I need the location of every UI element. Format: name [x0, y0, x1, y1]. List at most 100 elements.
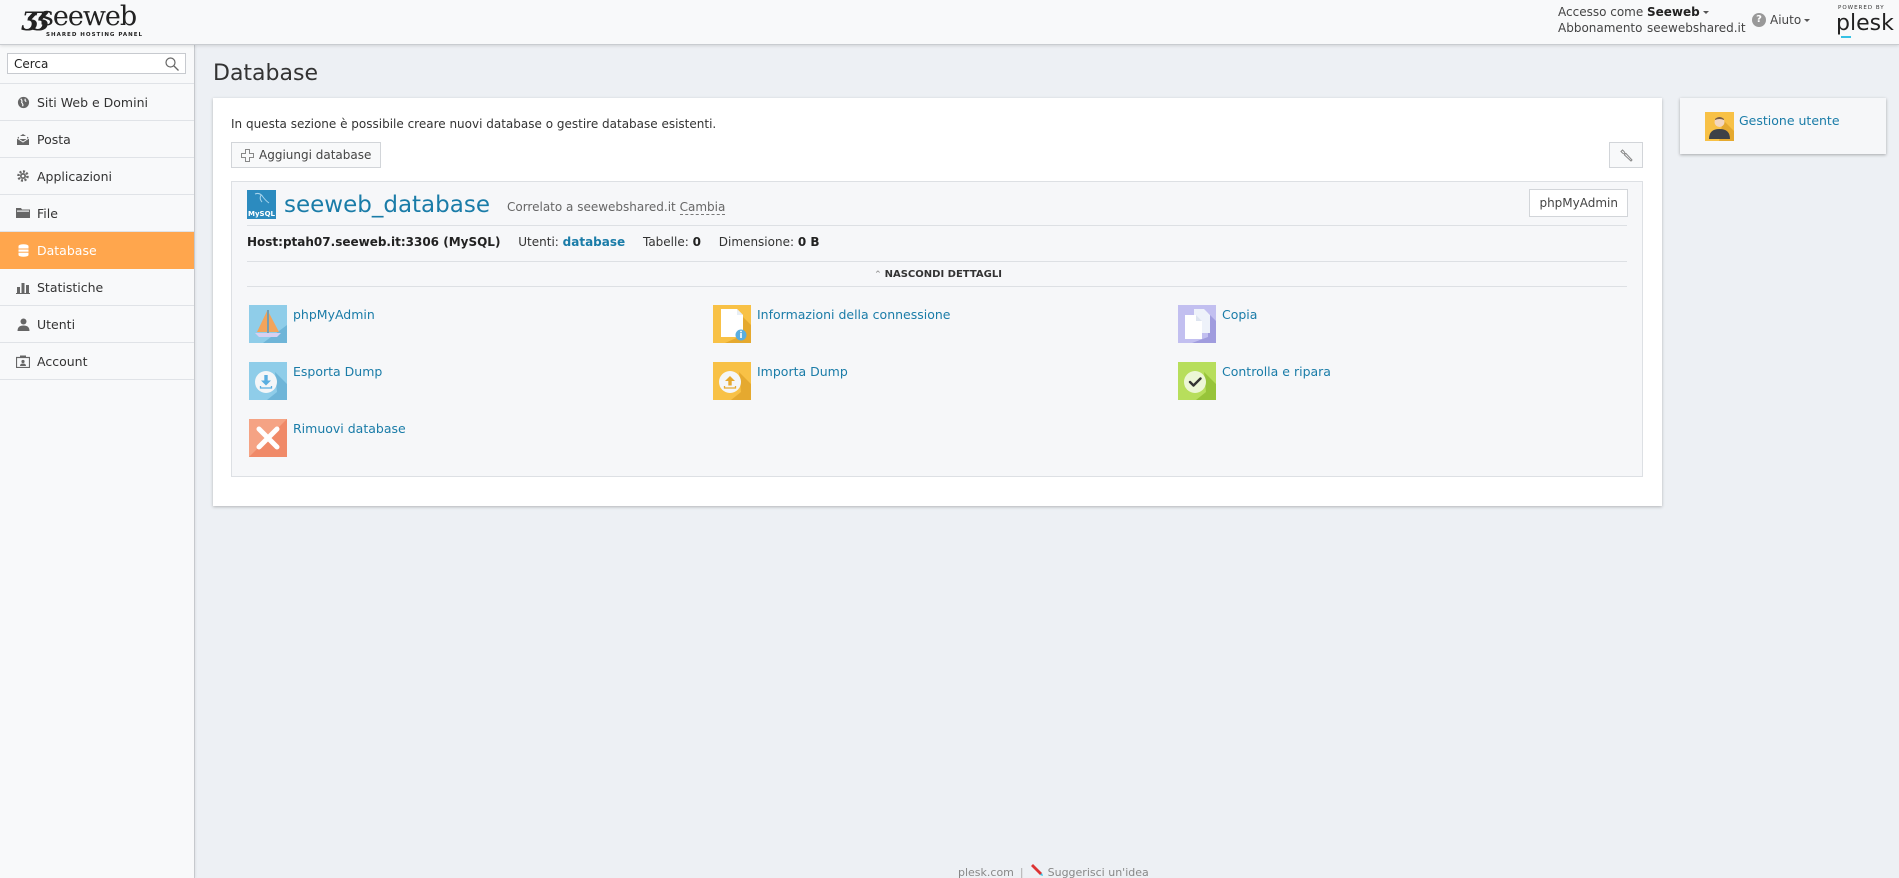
- help-menu[interactable]: ? Aiuto: [1752, 13, 1811, 27]
- help-label: Aiuto: [1770, 13, 1802, 27]
- user-management-label: Gestione utente: [1739, 113, 1840, 128]
- database-name[interactable]: seeweb_database: [284, 192, 490, 218]
- chevron-up-icon: ⌃: [874, 270, 882, 280]
- connection-info-icon: [713, 305, 751, 343]
- database-related: Correlato a seewebshared.it Cambia: [506, 199, 726, 215]
- add-database-label: Aggiungi database: [259, 148, 372, 162]
- sidebar-item-account[interactable]: Account: [0, 343, 194, 380]
- seeweb-logo[interactable]: ʒʒ seeweb SHARED HOSTING PANEL: [20, 1, 160, 42]
- page-title: Database: [213, 61, 318, 86]
- sidebar-item-label: Statistiche: [37, 279, 104, 295]
- sidebar-item-database[interactable]: Database: [0, 232, 194, 269]
- wrench-icon: [1620, 149, 1633, 162]
- change-domain-link[interactable]: Cambia: [679, 199, 726, 215]
- footer: plesk.com | Suggerisci un'idea: [958, 864, 1149, 878]
- user-management-link[interactable]: Gestione utente: [1705, 112, 1840, 141]
- search-icon[interactable]: [164, 56, 180, 72]
- mail-icon: [16, 132, 30, 146]
- sidebar-item-label: Account: [37, 353, 88, 369]
- hide-details-toggle[interactable]: ⌃ NASCONDI DETTAGLI: [232, 269, 1644, 280]
- database-panel: In questa sezione è possibile creare nuo…: [213, 98, 1662, 506]
- plesk-logo[interactable]: POWERED BY plesk: [1834, 5, 1894, 40]
- phpmyadmin-icon: [249, 305, 287, 343]
- tool-connection-info[interactable]: Informazioni della connessione: [713, 305, 950, 343]
- account-info: Accesso come Seeweb Abbonamento seewebshar…: [1558, 4, 1746, 36]
- user-menu[interactable]: Seeweb: [1647, 5, 1709, 19]
- check-repair-icon: [1178, 362, 1216, 400]
- user-management-icon: [1705, 112, 1734, 141]
- users-label: Utenti:: [518, 235, 559, 249]
- plesk-accent: [1841, 36, 1851, 38]
- seeweb-logo-text: seeweb: [40, 1, 137, 32]
- suggest-idea-link[interactable]: Suggerisci un'idea: [1048, 866, 1149, 878]
- chevron-down-icon: [1702, 11, 1709, 14]
- tool-label: Controlla e ripara: [1222, 364, 1331, 379]
- database-header: MySQL seeweb_database Correlato a seeweb…: [247, 190, 726, 219]
- database-icon: [16, 243, 30, 257]
- sidebar-item-label: Database: [37, 242, 97, 258]
- size-label: Dimensione:: [718, 235, 795, 249]
- tool-label: phpMyAdmin: [293, 307, 375, 322]
- tables-label: Tabelle:: [642, 235, 689, 249]
- plesk-wordmark: plesk: [1836, 11, 1894, 36]
- folder-icon: [16, 206, 30, 220]
- related-domain-text: Correlato a seewebshared.it: [506, 199, 676, 214]
- top-header: ʒʒ seeweb SHARED HOSTING PANEL Accesso c…: [0, 0, 1899, 45]
- tool-label: Copia: [1222, 307, 1258, 322]
- footer-separator: |: [1019, 865, 1024, 878]
- gear-icon: [16, 169, 30, 183]
- plesk-com-link[interactable]: plesk.com: [958, 866, 1014, 878]
- divider: [247, 261, 1627, 262]
- divider: [247, 225, 1627, 226]
- tool-label: Importa Dump: [757, 364, 848, 379]
- sidebar-item-statistics[interactable]: Statistiche: [0, 269, 194, 306]
- sidebar-item-applications[interactable]: Applicazioni: [0, 158, 194, 195]
- phpmyadmin-button[interactable]: phpMyAdmin: [1529, 189, 1628, 217]
- search-input[interactable]: [8, 54, 158, 73]
- bar-chart-icon: [16, 280, 30, 294]
- login-as-label: Accesso come: [1558, 5, 1644, 19]
- subscription-value: seewebshared.it: [1647, 21, 1746, 35]
- users-link[interactable]: database: [563, 235, 626, 249]
- search-box: [7, 53, 186, 74]
- tools-button[interactable]: [1609, 142, 1643, 168]
- chevron-down-icon: [1804, 18, 1811, 22]
- size-value: 0 B: [797, 235, 820, 249]
- sidebar-nav: Siti Web e Domini Posta Applicazioni Fil…: [0, 83, 194, 380]
- users-stat: Utenti: database: [518, 235, 625, 249]
- copy-icon: [1178, 305, 1216, 343]
- phpmyadmin-button-label: phpMyAdmin: [1539, 196, 1618, 210]
- tool-import-dump[interactable]: Importa Dump: [713, 362, 848, 400]
- database-stats: Host:ptah07.seeweb.it:3306 (MySQL) Utent…: [247, 235, 834, 249]
- sidebar-item-websites-domains[interactable]: Siti Web e Domini: [0, 84, 194, 121]
- hide-details-label: NASCONDI DETTAGLI: [884, 269, 1002, 280]
- sidebar-item-users[interactable]: Utenti: [0, 306, 194, 343]
- plus-icon: [241, 148, 254, 162]
- sidebar-item-label: File: [37, 205, 58, 221]
- mysql-icon-label: MySQL: [248, 210, 275, 218]
- tool-label: Rimuovi database: [293, 421, 406, 436]
- sidebar-item-label: Applicazioni: [37, 168, 112, 184]
- import-dump-icon: [713, 362, 751, 400]
- tool-phpmyadmin[interactable]: phpMyAdmin: [249, 305, 375, 343]
- database-card: MySQL seeweb_database Correlato a seeweb…: [231, 181, 1643, 477]
- sidebar-item-files[interactable]: File: [0, 195, 194, 232]
- tool-copy[interactable]: Copia: [1178, 305, 1257, 343]
- tool-export-dump[interactable]: Esporta Dump: [249, 362, 382, 400]
- subscription-label: Abbonamento: [1558, 21, 1643, 35]
- remove-database-icon: [249, 419, 287, 457]
- size-stat: Dimensione: 0 B: [719, 235, 820, 249]
- tool-label: Esporta Dump: [293, 364, 383, 379]
- sidebar-item-mail[interactable]: Posta: [0, 121, 194, 158]
- globe-icon: [16, 95, 30, 109]
- account-icon: [16, 354, 30, 368]
- tool-check-repair[interactable]: Controlla e ripara: [1178, 362, 1331, 400]
- add-database-button[interactable]: Aggiungi database: [231, 142, 382, 168]
- tool-remove-database[interactable]: Rimuovi database: [249, 419, 406, 457]
- tables-value: 0: [692, 235, 701, 249]
- tool-label: Informazioni della connessione: [757, 307, 951, 322]
- side-panel: Gestione utente: [1680, 98, 1886, 154]
- sidebar-item-label: Posta: [37, 131, 71, 147]
- divider: [247, 286, 1627, 287]
- seeweb-logo-subtitle: SHARED HOSTING PANEL: [46, 32, 144, 38]
